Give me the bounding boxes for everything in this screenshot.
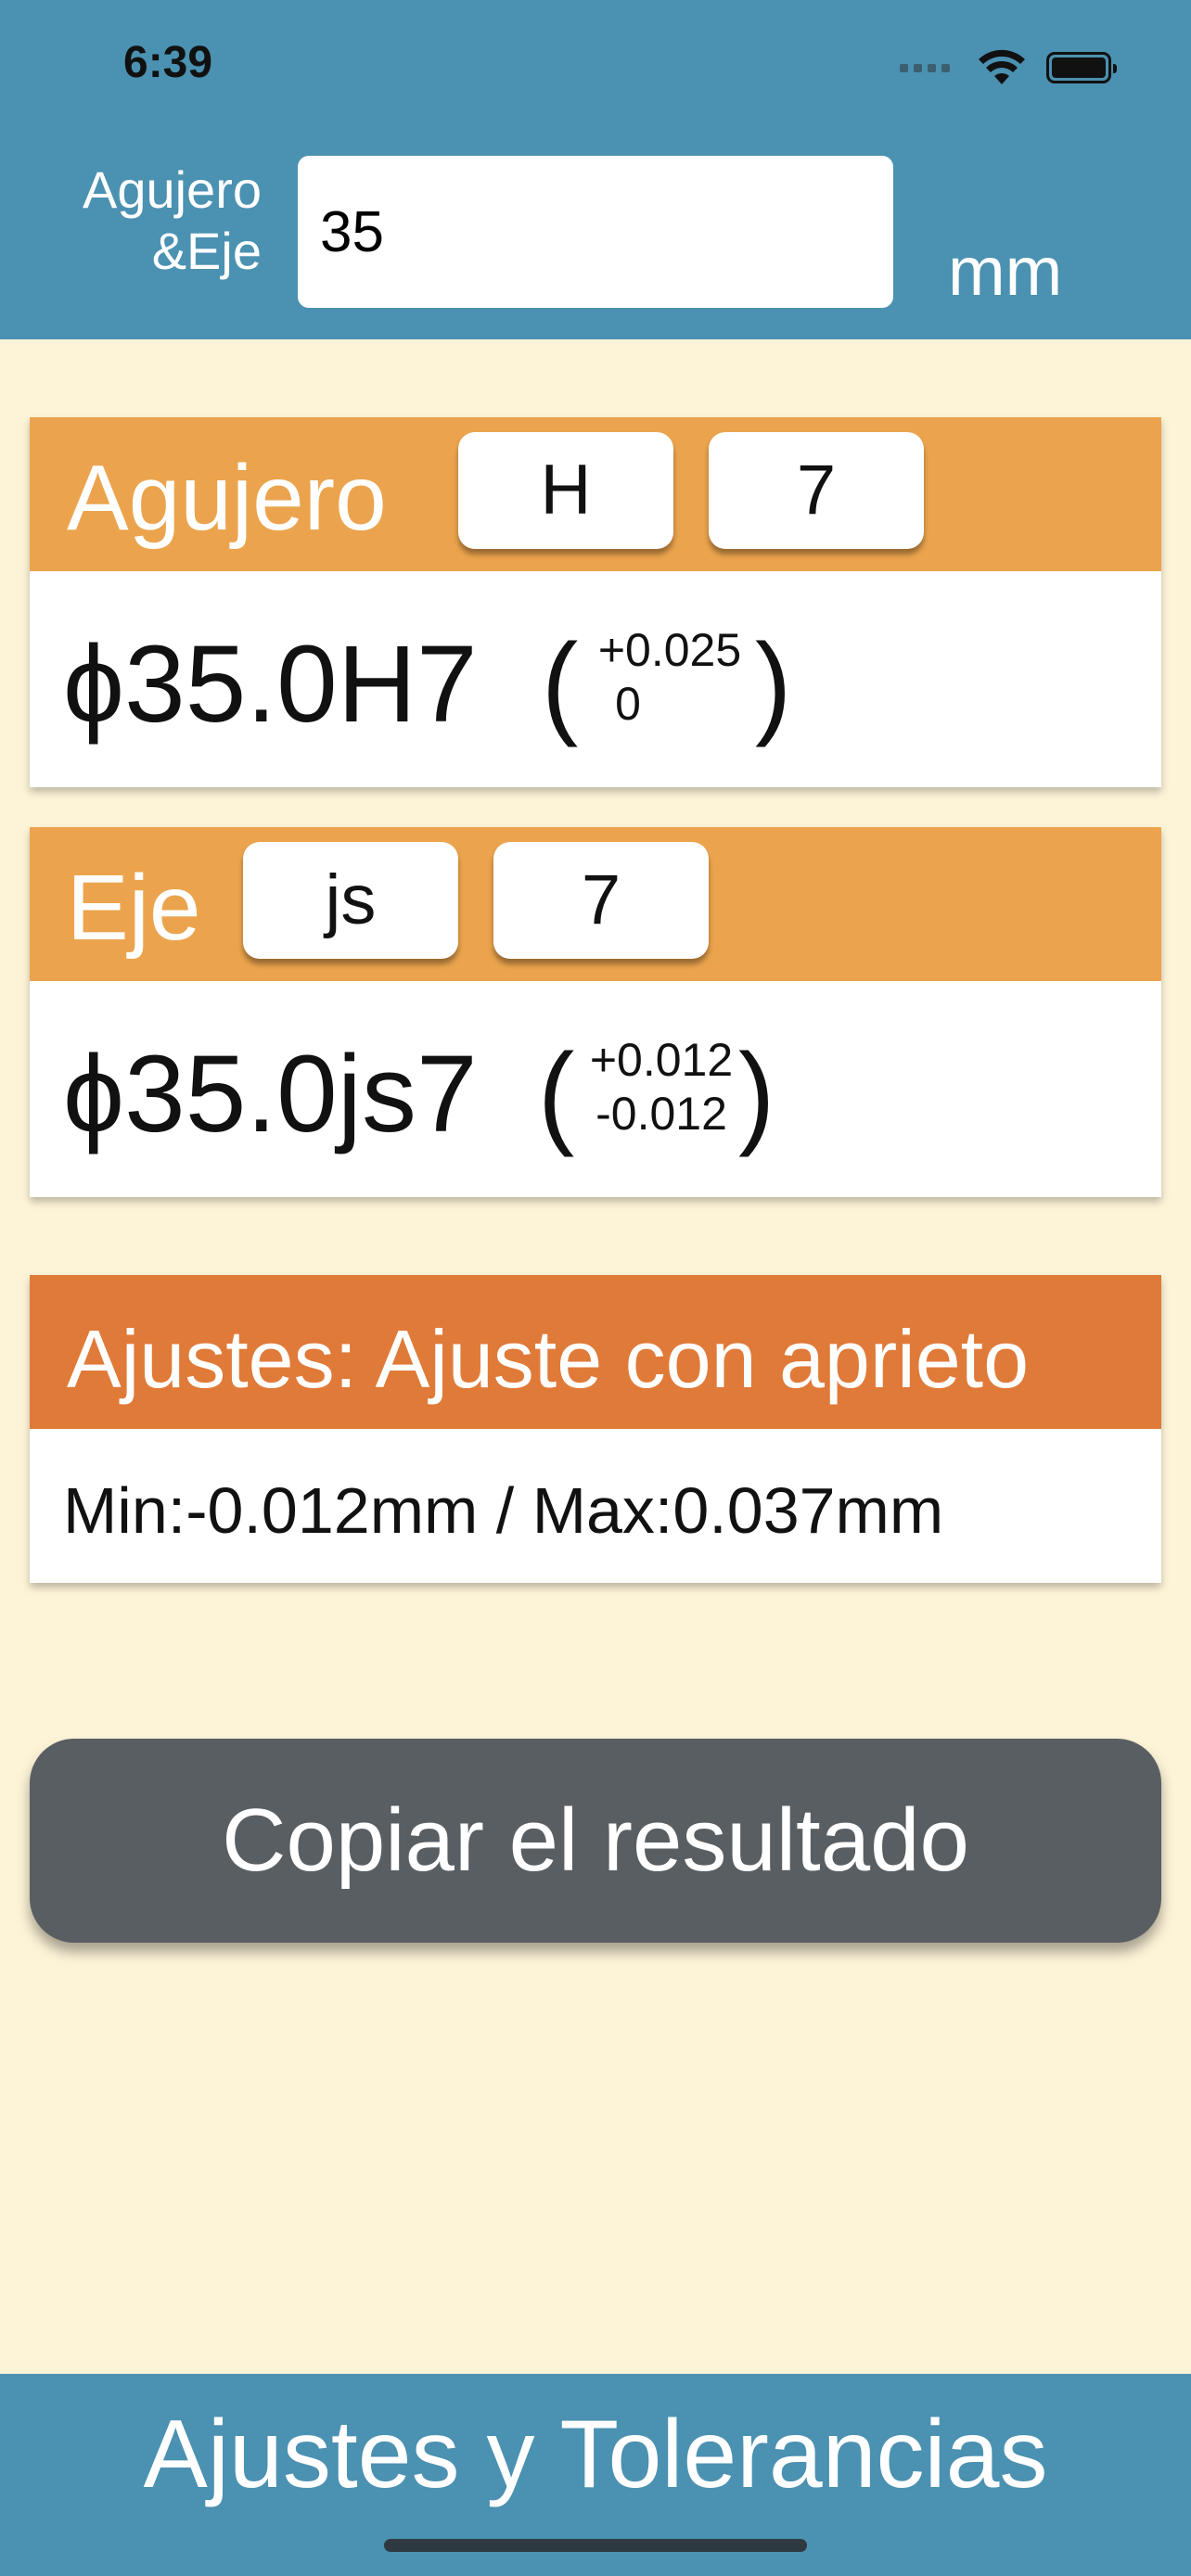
shaft-card-header: Eje js 7 xyxy=(30,827,1161,981)
bottom-title-bar: Ajustes y Tolerancias xyxy=(0,2374,1191,2576)
hole-close-paren: ) xyxy=(755,619,792,749)
hole-grade-button[interactable]: 7 xyxy=(709,432,924,549)
hole-designation: ϕ35.0H7 xyxy=(63,623,478,746)
battery-icon xyxy=(1046,52,1117,83)
fit-result: Min:-0.012mm / Max:0.037mm xyxy=(30,1429,1161,1583)
copy-result-button[interactable]: Copiar el resultado xyxy=(30,1739,1161,1943)
shaft-card: Eje js 7 ϕ35.0js7 ( +0.012 -0.012 ) xyxy=(30,827,1161,1197)
shaft-close-paren: ) xyxy=(738,1029,775,1159)
hole-card-header: Agujero H 7 xyxy=(30,417,1161,571)
top-header: 6:39 Agujero &Eje mm xyxy=(0,0,1191,339)
shaft-designation: ϕ35.0js7 xyxy=(63,1033,478,1155)
home-indicator[interactable] xyxy=(384,2539,807,2552)
app-screen: 6:39 Agujero &Eje mm Agujero H 7 xyxy=(0,0,1191,2576)
hole-letter-button[interactable]: H xyxy=(458,432,673,549)
shaft-letter-button[interactable]: js xyxy=(243,842,458,959)
shaft-result: ϕ35.0js7 ( +0.012 -0.012 ) xyxy=(30,981,1161,1197)
fit-clearance-range: Min:-0.012mm / Max:0.037mm xyxy=(63,1474,944,1547)
size-field-label: Agujero &Eje xyxy=(28,159,262,282)
fit-type-title: Ajustes: Ajuste con aprieto xyxy=(67,1313,1030,1405)
hole-title: Agujero xyxy=(67,446,387,550)
shaft-open-paren: ( xyxy=(538,1029,575,1159)
shaft-grade-button[interactable]: 7 xyxy=(493,842,709,959)
fit-card-header: Ajustes: Ajuste con aprieto xyxy=(30,1275,1161,1429)
hole-result: ϕ35.0H7 ( +0.025 0 ) xyxy=(30,571,1161,787)
shaft-lower-deviation: -0.012 xyxy=(596,1088,727,1140)
cellular-signal-icon xyxy=(900,63,950,72)
shaft-upper-deviation: +0.012 xyxy=(589,1034,734,1086)
size-label-line2: &Eje xyxy=(151,222,262,280)
size-label-line1: Agujero xyxy=(82,160,262,219)
fit-card: Ajustes: Ajuste con aprieto Min:-0.012mm… xyxy=(30,1275,1161,1583)
nominal-size-input[interactable] xyxy=(298,156,893,308)
hole-lower-deviation: 0 xyxy=(615,678,641,730)
status-time: 6:39 xyxy=(123,38,213,87)
app-title: Ajustes y Tolerancias xyxy=(143,2401,1048,2508)
hole-card: Agujero H 7 ϕ35.0H7 ( +0.025 0 ) xyxy=(30,417,1161,787)
wifi-icon xyxy=(979,49,1025,84)
hole-open-paren: ( xyxy=(542,619,579,749)
unit-label: mm xyxy=(948,233,1063,310)
hole-upper-deviation: +0.025 xyxy=(597,624,742,676)
shaft-title: Eje xyxy=(67,856,201,960)
status-icons xyxy=(900,46,1117,89)
